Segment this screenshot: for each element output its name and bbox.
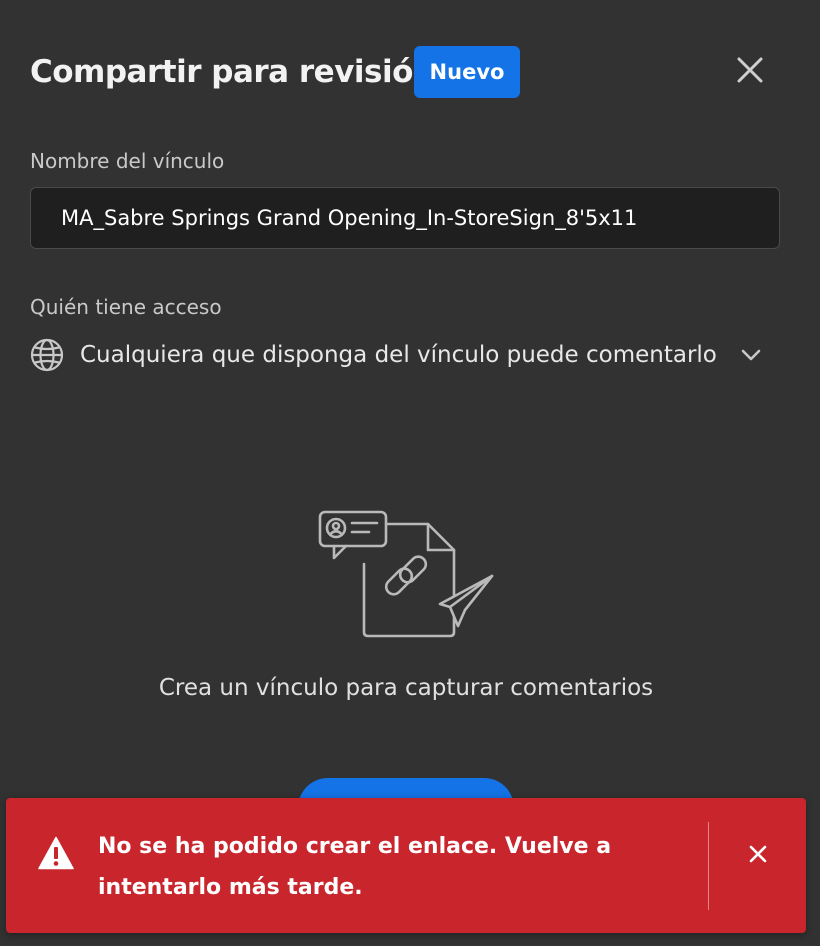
access-dropdown[interactable]: Cualquiera que disponga del vínculo pued… <box>30 333 761 377</box>
link-name-input[interactable] <box>30 187 780 249</box>
dialog-title: Compartir para revisión <box>30 54 435 90</box>
new-badge: Nuevo <box>414 46 520 98</box>
close-icon <box>737 57 763 83</box>
globe-icon <box>30 338 64 372</box>
close-icon <box>749 845 767 863</box>
empty-state-message: Crea un vínculo para capturar comentario… <box>158 675 654 701</box>
link-name-label: Nombre del vínculo <box>30 149 225 173</box>
close-button[interactable] <box>730 50 770 90</box>
alert-triangle-icon <box>38 836 74 870</box>
toast-close-button[interactable] <box>742 838 774 870</box>
share-for-review-dialog: Compartir para revisión Nuevo Nombre del… <box>0 0 820 946</box>
share-link-illustration-icon <box>318 510 494 638</box>
chevron-down-icon <box>741 349 761 361</box>
access-label: Quién tiene acceso <box>30 295 222 319</box>
error-toast: No se ha podido crear el enlace. Vuelve … <box>6 798 806 933</box>
access-value: Cualquiera que disponga del vínculo pued… <box>80 342 717 368</box>
toast-message: No se ha podido crear el enlace. Vuelve … <box>98 834 612 900</box>
toast-divider <box>708 822 709 910</box>
